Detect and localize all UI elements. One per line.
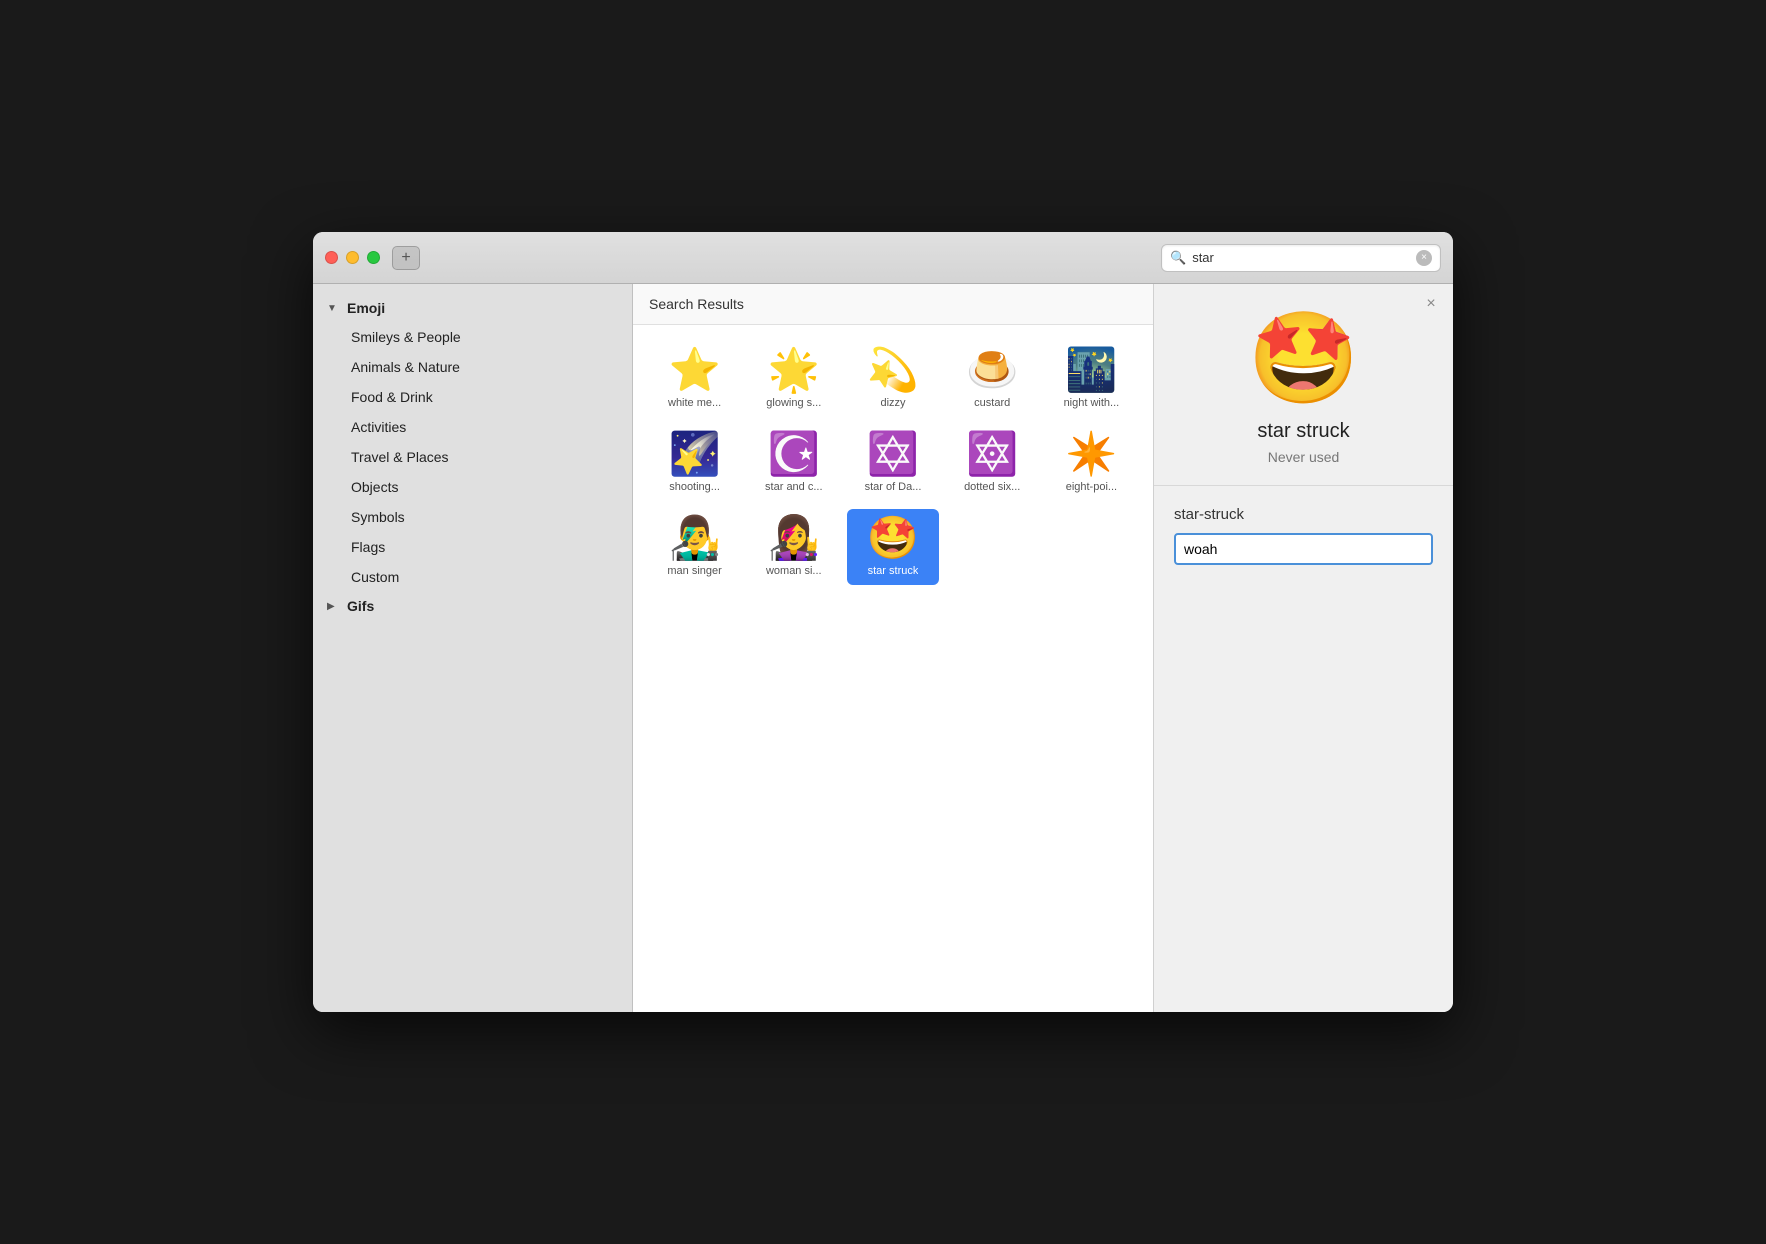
emoji-preview-glyph: 🤩 [1247, 314, 1359, 404]
emoji-label: dotted six... [964, 481, 1020, 493]
emoji-glyph: 👩‍🎤 [768, 517, 820, 559]
emoji-item-star-and-crescent[interactable]: ☪️ star and c... [748, 425, 839, 501]
emoji-detail-section: star-struck [1154, 486, 1453, 585]
emoji-item-star-of-david[interactable]: ✡️ star of Da... [847, 425, 938, 501]
sidebar-item-animals[interactable]: Animals & Nature [313, 352, 632, 382]
emoji-item-eight-pointed-star[interactable]: ✴️ eight-poi... [1046, 425, 1137, 501]
emoji-label: glowing s... [766, 397, 821, 409]
search-clear-button[interactable]: × [1416, 250, 1432, 266]
sidebar-item-food[interactable]: Food & Drink [313, 382, 632, 412]
emoji-label: man singer [667, 565, 721, 577]
search-icon: 🔍 [1170, 250, 1186, 266]
emoji-label: night with... [1064, 397, 1120, 409]
emoji-label: star struck [868, 565, 919, 577]
emoji-glyph: ✴️ [1065, 433, 1117, 475]
maximize-button[interactable] [367, 251, 380, 264]
emoji-label: dizzy [880, 397, 905, 409]
emoji-item-dotted-six-pointed-star[interactable]: 🔯 dotted six... [947, 425, 1038, 501]
emoji-label: shooting... [669, 481, 720, 493]
emoji-section-label: Emoji [347, 300, 385, 316]
search-results-header: Search Results [633, 284, 1153, 325]
new-tab-button[interactable]: + [392, 246, 420, 270]
traffic-lights [325, 251, 380, 264]
emoji-item-dizzy[interactable]: 💫 dizzy [847, 341, 938, 417]
emoji-glyph: 💫 [867, 349, 919, 391]
sidebar-item-objects[interactable]: Objects [313, 472, 632, 502]
emoji-label: custard [974, 397, 1010, 409]
gifs-section-label: Gifs [347, 598, 374, 614]
emoji-glyph: 🔯 [966, 433, 1018, 475]
emoji-label: white me... [668, 397, 721, 409]
right-panel: × 🤩 star struck Never used star-struck [1153, 284, 1453, 1012]
emoji-preview-name: star struck [1257, 420, 1349, 443]
emoji-grid: ⭐ white me... 🌟 glowing s... 💫 dizzy 🍮 custard 🌃… [633, 325, 1153, 1012]
emoji-glyph: 🌠 [668, 433, 720, 475]
emoji-glyph: ⭐ [668, 349, 720, 391]
emoji-glyph: ✡️ [867, 433, 919, 475]
sidebar-item-custom[interactable]: Custom [313, 562, 632, 592]
emoji-glyph: 👨‍🎤 [668, 517, 720, 559]
emoji-glyph: 🌟 [768, 349, 820, 391]
sidebar-item-travel[interactable]: Travel & Places [313, 442, 632, 472]
sidebar-section-gifs[interactable]: ▶ Gifs [313, 592, 632, 620]
sidebar-item-activities[interactable]: Activities [313, 412, 632, 442]
emoji-item-custard[interactable]: 🍮 custard [947, 341, 1038, 417]
titlebar: + 🔍 × [313, 232, 1453, 284]
emoji-preview: 🤩 star struck Never used [1154, 284, 1453, 486]
emoji-item-shooting-star[interactable]: 🌠 shooting... [649, 425, 740, 501]
sidebar-section-emoji[interactable]: ▼ Emoji [313, 294, 632, 322]
emoji-preview-meta: Never used [1268, 449, 1340, 465]
sidebar: ▼ Emoji Smileys & People Animals & Natur… [313, 284, 633, 1012]
sidebar-item-flags[interactable]: Flags [313, 532, 632, 562]
emoji-item-woman-singer[interactable]: 👩‍🎤 woman si... [748, 509, 839, 585]
emoji-glyph: 🤩 [867, 517, 919, 559]
search-input[interactable] [1192, 250, 1410, 265]
close-button[interactable] [325, 251, 338, 264]
emoji-glyph: 🍮 [966, 349, 1018, 391]
main-area: Search Results ⭐ white me... 🌟 glowing s...… [633, 284, 1153, 1012]
emoji-label: woman si... [766, 565, 822, 577]
content-area: ▼ Emoji Smileys & People Animals & Natur… [313, 284, 1453, 1012]
search-bar: 🔍 × [1161, 244, 1441, 272]
sidebar-item-symbols[interactable]: Symbols [313, 502, 632, 532]
minimize-button[interactable] [346, 251, 359, 264]
emoji-detail-input[interactable] [1174, 533, 1433, 565]
emoji-item-white-medium-star[interactable]: ⭐ white me... [649, 341, 740, 417]
emoji-label: star and c... [765, 481, 822, 493]
emoji-section-arrow: ▼ [327, 303, 339, 314]
emoji-item-man-singer[interactable]: 👨‍🎤 man singer [649, 509, 740, 585]
app-window: + 🔍 × ▼ Emoji Smileys & People Animals &… [313, 232, 1453, 1012]
gifs-section-arrow: ▶ [327, 601, 339, 612]
emoji-glyph: 🌃 [1065, 349, 1117, 391]
emoji-label: star of Da... [865, 481, 922, 493]
emoji-detail-code: star-struck [1174, 506, 1433, 523]
emoji-label: eight-poi... [1066, 481, 1117, 493]
emoji-item-star-struck[interactable]: 🤩 star struck [847, 509, 938, 585]
emoji-item-night-with-stars[interactable]: 🌃 night with... [1046, 341, 1137, 417]
sidebar-item-smileys[interactable]: Smileys & People [313, 322, 632, 352]
emoji-glyph: ☪️ [768, 433, 820, 475]
emoji-item-glowing-star[interactable]: 🌟 glowing s... [748, 341, 839, 417]
right-panel-close-button[interactable]: × [1421, 294, 1441, 314]
